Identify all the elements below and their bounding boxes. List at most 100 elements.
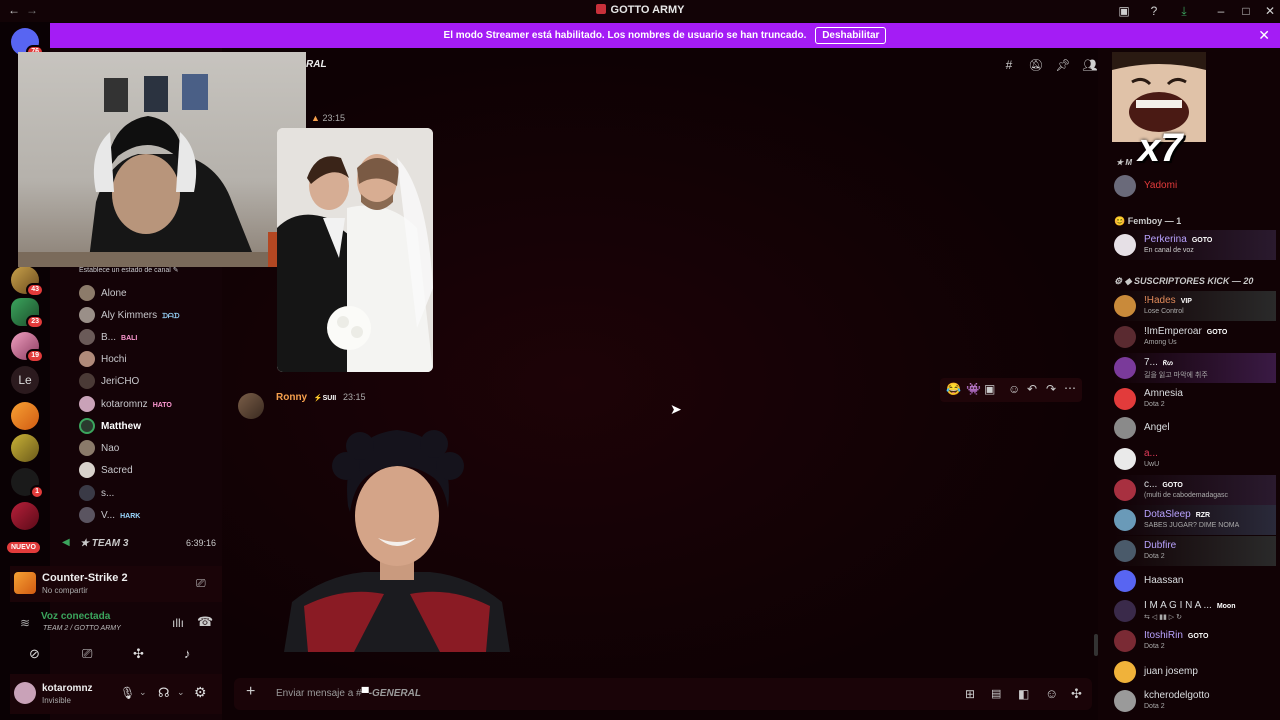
member-row[interactable]: !Hades VIP Lose Control bbox=[1114, 291, 1276, 321]
reaction-icon[interactable]: 😂 bbox=[946, 382, 961, 396]
activity-game: Counter-Strike 2 bbox=[42, 572, 128, 584]
reaction-icon[interactable]: ▣ bbox=[984, 382, 995, 396]
channel-name: ★ TEAM 3 bbox=[80, 538, 129, 549]
pin-icon[interactable]: 📌︎ bbox=[1055, 58, 1071, 74]
signal-icon[interactable]: ≋ bbox=[20, 616, 30, 630]
voice-detail: TEAM 2 / GOTTO ARMY bbox=[43, 625, 121, 632]
microphone-icon[interactable]: 🎙︎ bbox=[120, 686, 135, 700]
server-icon[interactable] bbox=[11, 434, 39, 462]
minimize-icon[interactable]: – bbox=[1213, 3, 1229, 19]
media-controls[interactable]: ⇆ ◁ ▮▮ ▷ ↻ bbox=[1144, 613, 1182, 621]
gift-icon[interactable]: ⊞ bbox=[965, 687, 975, 701]
avatar[interactable] bbox=[14, 682, 36, 704]
emoji-icon[interactable]: ☺ bbox=[1045, 686, 1058, 701]
soundboard-icon[interactable]: ♪ bbox=[184, 646, 191, 661]
camera-off-icon[interactable]: ⊘ bbox=[29, 646, 40, 662]
more-icon[interactable]: ⋯ bbox=[1064, 381, 1076, 395]
forward-icon[interactable]: ↷ bbox=[1046, 382, 1056, 396]
download-icon[interactable]: ⤓ bbox=[1176, 3, 1192, 19]
disable-streamer-button[interactable]: Deshabilitar bbox=[815, 27, 887, 44]
channel-status-prompt[interactable]: Establece un estado de canal ✎ bbox=[79, 266, 179, 274]
member-tag: HATO bbox=[152, 402, 172, 409]
server-icon[interactable] bbox=[11, 502, 39, 530]
stream-icon[interactable]: ⎚ bbox=[196, 576, 206, 591]
member-row[interactable]: Perkerina GOTO En canal de voz bbox=[1114, 230, 1276, 260]
screen-share-icon[interactable]: ⎚ bbox=[82, 646, 92, 662]
member-row[interactable]: !ImEmperoar GOTO Among Us bbox=[1114, 322, 1276, 352]
avatar bbox=[79, 507, 95, 523]
member-row[interactable]: Amnesia Dota 2 bbox=[1114, 384, 1276, 414]
gear-icon[interactable]: ⚙ bbox=[194, 684, 207, 701]
avatar bbox=[79, 440, 95, 456]
member-row[interactable]: a... UwU bbox=[1114, 444, 1276, 474]
threads-icon[interactable]: # bbox=[1001, 58, 1017, 74]
message-time: 23:15 bbox=[322, 113, 345, 123]
avatar bbox=[79, 418, 95, 434]
banner-close-icon[interactable]: ✕ bbox=[1258, 27, 1270, 44]
member-row[interactable]: Haassan bbox=[1114, 566, 1276, 596]
inbox-icon[interactable]: ▣ bbox=[1116, 3, 1132, 19]
new-badge[interactable]: NUEVO bbox=[7, 542, 40, 553]
streamer-mode-banner: El modo Streamer está habilitado. Los no… bbox=[50, 23, 1280, 48]
voice-status-panel: ≋ Voz conectada TEAM 2 / GOTTO ARMY ıllı… bbox=[10, 604, 222, 638]
author-tag: ⚡SUII bbox=[313, 395, 337, 402]
avatar bbox=[1114, 448, 1136, 470]
members-icon[interactable]: 👥︎ bbox=[1082, 58, 1098, 74]
member-row[interactable]: juan josemp bbox=[1114, 657, 1276, 687]
member-tag: VIP bbox=[1180, 298, 1192, 305]
member-row[interactable]: I M A G I N A ... Moon ⇆ ◁ ▮▮ ▷ ↻ bbox=[1114, 596, 1276, 626]
noise-icon[interactable]: ıllı bbox=[172, 616, 184, 630]
avatar bbox=[79, 396, 95, 412]
server-icon[interactable]: 1 bbox=[11, 468, 44, 499]
activities-icon[interactable]: ✣ bbox=[133, 646, 144, 662]
member-row[interactable]: Dubfire Dota 2 bbox=[1114, 536, 1276, 566]
member-row[interactable]: 7... ᖇᔕ 길을 잃고 마악에 취주 bbox=[1114, 353, 1276, 383]
member-row[interactable]: ItoshiRin GOTO Dota 2 bbox=[1114, 626, 1276, 656]
cursor-icon: ➤ bbox=[670, 401, 682, 417]
avatar bbox=[79, 373, 95, 389]
message-image[interactable] bbox=[277, 128, 433, 372]
member-row[interactable]: kcherodelgotto Dota 2 bbox=[1114, 686, 1276, 716]
reaction-icon[interactable]: 👾 bbox=[966, 382, 981, 396]
channel-timer: 6:39:16 bbox=[185, 538, 216, 548]
title-bar: ← → GOTTO ARMY ▣ ? ⤓ – □ ✕ bbox=[0, 0, 1280, 22]
message-composer[interactable]: + Enviar mensaje a #▀-GENERAL ⊞ ▤ ◧ ☺ ✣ bbox=[234, 678, 1092, 710]
server-text-icon[interactable]: Le bbox=[11, 366, 39, 394]
server-icon[interactable]: 19 bbox=[11, 332, 44, 363]
message-time: 23:15 bbox=[343, 392, 366, 402]
help-icon[interactable]: ? bbox=[1146, 3, 1162, 19]
member-row[interactable]: Angel bbox=[1114, 413, 1276, 443]
user-status: Invisible bbox=[42, 696, 71, 705]
disconnect-icon[interactable]: ☎ bbox=[197, 614, 213, 630]
member-row[interactable]: Yadomi bbox=[1114, 171, 1276, 201]
sticker-icon[interactable]: ◧ bbox=[1018, 687, 1029, 701]
member-tag: BALI bbox=[121, 335, 138, 342]
chevron-down-icon[interactable]: ⌄ bbox=[177, 687, 185, 698]
apps-icon[interactable]: ✣ bbox=[1071, 686, 1082, 702]
member-row[interactable]: DotaSleep RZR SABES JUGAR? DIME NOMA bbox=[1114, 505, 1276, 535]
message-actions-toolbar: 😂 👾 ▣ ☺ ↶ ↷ ⋯ bbox=[940, 378, 1082, 402]
avatar[interactable] bbox=[238, 393, 264, 419]
headphones-icon[interactable]: ☊ bbox=[158, 685, 170, 701]
add-attachment-icon[interactable]: + bbox=[246, 683, 255, 701]
avatar bbox=[1114, 388, 1136, 410]
message-image[interactable] bbox=[284, 426, 510, 652]
voice-channel-team3[interactable]: ◀ ★ TEAM 3 6:39:16 bbox=[60, 537, 220, 553]
message-author[interactable]: Ronny bbox=[276, 392, 307, 403]
maximize-icon[interactable]: □ bbox=[1238, 3, 1254, 19]
gif-icon[interactable]: ▤ bbox=[991, 687, 1001, 700]
notification-badge: 19 bbox=[26, 349, 44, 363]
member-tag: ᖇᔕ bbox=[1162, 360, 1174, 367]
member-tag: ᗪᗩᗪ bbox=[162, 313, 180, 320]
server-icon[interactable]: 23 bbox=[11, 298, 44, 329]
member-row[interactable]: c... GOTO (multi de cabodemadagasc bbox=[1114, 475, 1276, 505]
add-reaction-icon[interactable]: ☺ bbox=[1008, 382, 1020, 396]
close-window-icon[interactable]: ✕ bbox=[1262, 3, 1278, 19]
mute-icon[interactable]: 🔕︎ bbox=[1028, 58, 1044, 74]
cs2-server-icon[interactable] bbox=[11, 402, 39, 430]
webcam-image bbox=[18, 74, 306, 267]
person-photo bbox=[284, 430, 510, 652]
chevron-down-icon[interactable]: ⌄ bbox=[139, 687, 147, 698]
reply-icon[interactable]: ↶ bbox=[1027, 382, 1037, 396]
server-icon[interactable]: 43 bbox=[11, 266, 44, 297]
